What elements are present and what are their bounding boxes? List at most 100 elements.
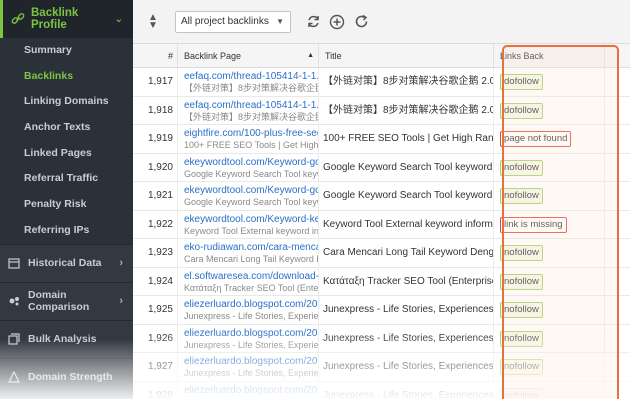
status-badge: nofollow — [500, 330, 543, 347]
backlink-page-cell: el.softwaresea.com/download-... Κατάταξη … — [178, 267, 319, 296]
backlink-url-link[interactable]: eliezerluardo.blogspot.com/201... — [184, 356, 318, 368]
sidebar-item-linking-domains[interactable]: Linking Domains — [0, 89, 133, 115]
table-row[interactable]: 1,928 eliezerluardo.blogspot.com/201... Ju… — [133, 381, 630, 399]
backlink-page-cell: eliezerluardo.blogspot.com/201...Junexpr… — [178, 353, 319, 382]
sidebar-section-label: Backlink Profile — [31, 7, 79, 31]
column-header-links-back[interactable]: Links Back — [494, 44, 605, 68]
links-back-cell: nofollow — [494, 353, 605, 382]
link-icon — [11, 12, 25, 26]
backlink-url-link[interactable]: eightfire.com/100-plus-free-seo... — [184, 128, 318, 140]
table-row[interactable]: 1,926 eliezerluardo.blogspot.com/201... Ju… — [133, 324, 630, 353]
status-badge: nofollow — [500, 188, 543, 205]
sidebar-item-anchor-texts[interactable]: Anchor Texts — [0, 115, 133, 141]
sidebar-item-referral-traffic[interactable]: Referral Traffic — [0, 166, 133, 192]
table-row[interactable]: 1,924 el.softwaresea.com/download-... Κατά… — [133, 267, 630, 296]
sidebar: Backlink Profile ⌄ Summary Backlinks Linki… — [0, 0, 133, 399]
page-title-cell: 100+ FREE SEO Tools | Get High Rank |... — [319, 125, 494, 154]
backlink-page-cell: eliezerluardo.blogspot.com/201...Junexpr… — [178, 296, 319, 325]
page-title-cell: Junexpress - Life Stories, Experiences a… — [319, 353, 494, 382]
add-icon[interactable] — [329, 14, 345, 30]
sidebar-group-domain-comparison[interactable]: Domain Comparison › — [0, 281, 133, 320]
sidebar-item-referring-ips[interactable]: Referring IPs — [0, 218, 133, 244]
filter-selected-value: All project backlinks — [181, 16, 269, 27]
backlink-page-cell: eefaq.com/thread-105414-1-1... 【外链对策】8步对策… — [178, 68, 319, 97]
table-row[interactable]: 1,923eko-rudiawan.com/cara-mencari...Car… — [133, 239, 630, 268]
backlink-page-subtitle: Google Keyword Search Tool keyw... — [184, 197, 319, 207]
row-number: 1,925 — [133, 296, 178, 325]
status-badge: nofollow — [500, 159, 543, 176]
backlink-page-cell: ekeywordtool.com/Keyword-go... Google Key… — [178, 153, 319, 182]
update-icon[interactable] — [305, 14, 321, 30]
backlink-url-link[interactable]: eliezerluardo.blogspot.com/201... — [184, 385, 318, 397]
backlink-url-link[interactable]: eefaq.com/thread-105414-1-1... — [184, 100, 318, 112]
sidebar-section-backlink-profile[interactable]: Backlink Profile ⌄ — [0, 0, 133, 38]
backlink-page-subtitle: Cara Mencari Long Tail Keyword D... — [184, 254, 319, 264]
page-title-cell: Junexpress - Life Stories, Experiences a… — [319, 381, 494, 399]
backlink-url-link[interactable]: el.softwaresea.com/download-... — [184, 271, 318, 283]
links-back-cell: dofollow — [494, 68, 605, 97]
refresh-icon[interactable] — [353, 14, 369, 30]
sidebar-item-linked-pages[interactable]: Linked Pages — [0, 141, 133, 167]
backlink-filter-select[interactable]: All project backlinks ▼ — [175, 10, 291, 33]
table-row[interactable]: 1,927 eliezerluardo.blogspot.com/201... Ju… — [133, 353, 630, 382]
chevron-right-icon: › — [119, 257, 123, 269]
table-row[interactable]: 1,920 ekeywordtool.com/Keyword-go... Googl… — [133, 153, 630, 182]
sort-toggle-icon[interactable]: ▲ ▼ — [145, 12, 161, 30]
table-row[interactable]: 1,918 eefaq.com/thread-105414-1-1... 【外链对策… — [133, 96, 630, 125]
links-back-cell: page not found — [494, 125, 605, 154]
sidebar-item-summary[interactable]: Summary — [0, 38, 133, 64]
backlink-url-link[interactable]: eliezerluardo.blogspot.com/201... — [184, 299, 318, 311]
page-title-cell: 【外链对策】8步对策解决谷歌企鹅 2.0升... — [319, 96, 494, 125]
links-back-cell: nofollow — [494, 296, 605, 325]
page-title-cell: 【外链对策】8步对策解决谷歌企鹅 2.0升... — [319, 68, 494, 97]
backlink-page-cell: eko-rudiawan.com/cara-mencari...Cara Men… — [178, 239, 319, 268]
backlink-url-link[interactable]: eliezerluardo.blogspot.com/201... — [184, 328, 318, 340]
backlink-page-cell: eliezerluardo.blogspot.com/201...Junexpr… — [178, 381, 319, 399]
backlink-page-subtitle: Junexpress - Life Stories, Experien... — [184, 339, 319, 350]
links-back-cell: nofollow — [494, 381, 605, 399]
status-badge: nofollow — [500, 302, 543, 319]
page-title-cell: Google Keyword Search Tool keyword in... — [319, 182, 494, 211]
page-title-cell: Junexpress - Life Stories, Experiences a… — [319, 324, 494, 353]
sidebar-group-historical-data[interactable]: Historical Data › — [0, 243, 133, 282]
backlink-url-link[interactable]: ekeywordtool.com/Keyword-key... — [184, 214, 318, 226]
backlink-page-subtitle: Junexpress - Life Stories, Experien... — [184, 368, 319, 378]
links-back-cell: nofollow — [494, 239, 605, 268]
backlink-url-link[interactable]: eefaq.com/thread-105414-1-1... — [184, 71, 318, 83]
backlink-page-subtitle: 【外链对策】8步对策解决谷歌企鹅 — [184, 83, 319, 93]
sidebar-item-penalty-risk[interactable]: Penalty Risk — [0, 192, 133, 218]
status-badge: page not found — [500, 131, 572, 148]
status-badge: link is missing — [500, 216, 567, 233]
column-header-title[interactable]: Title — [319, 44, 494, 68]
page-title-cell: Keyword Tool External keyword informati.… — [319, 210, 494, 239]
column-header-backlink-page[interactable]: Backlink Page ▲ — [178, 44, 319, 68]
links-back-cell: link is missing — [494, 210, 605, 239]
sort-ascending-icon: ▲ — [307, 52, 314, 59]
backlink-url-link[interactable]: ekeywordtool.com/Keyword-go... — [184, 157, 318, 169]
links-back-cell: nofollow — [494, 324, 605, 353]
row-number: 1,917 — [133, 68, 178, 97]
table-row[interactable]: 1,917 eefaq.com/thread-105414-1-1... 【外链对策… — [133, 68, 630, 97]
table-row[interactable]: 1,925 eliezerluardo.blogspot.com/201... Ju… — [133, 296, 630, 325]
links-back-cell: nofollow — [494, 267, 605, 296]
status-badge: nofollow — [500, 387, 543, 399]
links-back-cell: nofollow — [494, 153, 605, 182]
status-badge: dofollow — [500, 74, 543, 91]
table-row[interactable]: 1,919 eightfire.com/100-plus-free-seo... 1… — [133, 125, 630, 154]
table-row[interactable]: 1,922 ekeywordtool.com/Keyword-key... Keyw… — [133, 210, 630, 239]
sidebar-item-backlinks[interactable]: Backlinks — [0, 64, 133, 90]
backlink-page-subtitle: Κατάταξη Tracker SEO Tool (Enterp... — [184, 282, 319, 293]
page-title-cell: Junexpress - Life Stories, Experiences a… — [319, 296, 494, 325]
row-number: 1,919 — [133, 125, 178, 154]
calendar-icon — [8, 257, 20, 269]
chevron-down-icon: ▼ — [276, 17, 284, 26]
backlink-page-subtitle: 【外链对策】8步对策解决谷歌企鹅 — [184, 111, 319, 122]
backlink-url-link[interactable]: eko-rudiawan.com/cara-mencari... — [184, 242, 318, 254]
row-number: 1,923 — [133, 239, 178, 268]
row-number: 1,927 — [133, 353, 178, 382]
table-row[interactable]: 1,921 ekeywordtool.com/Keyword-go... Googl… — [133, 182, 630, 211]
backlink-url-link[interactable]: ekeywordtool.com/Keyword-go... — [184, 185, 318, 197]
status-badge: dofollow — [500, 102, 543, 119]
backlink-page-cell: eefaq.com/thread-105414-1-1... 【外链对策】8步对策… — [178, 96, 319, 125]
column-header-number[interactable]: # — [133, 44, 178, 68]
